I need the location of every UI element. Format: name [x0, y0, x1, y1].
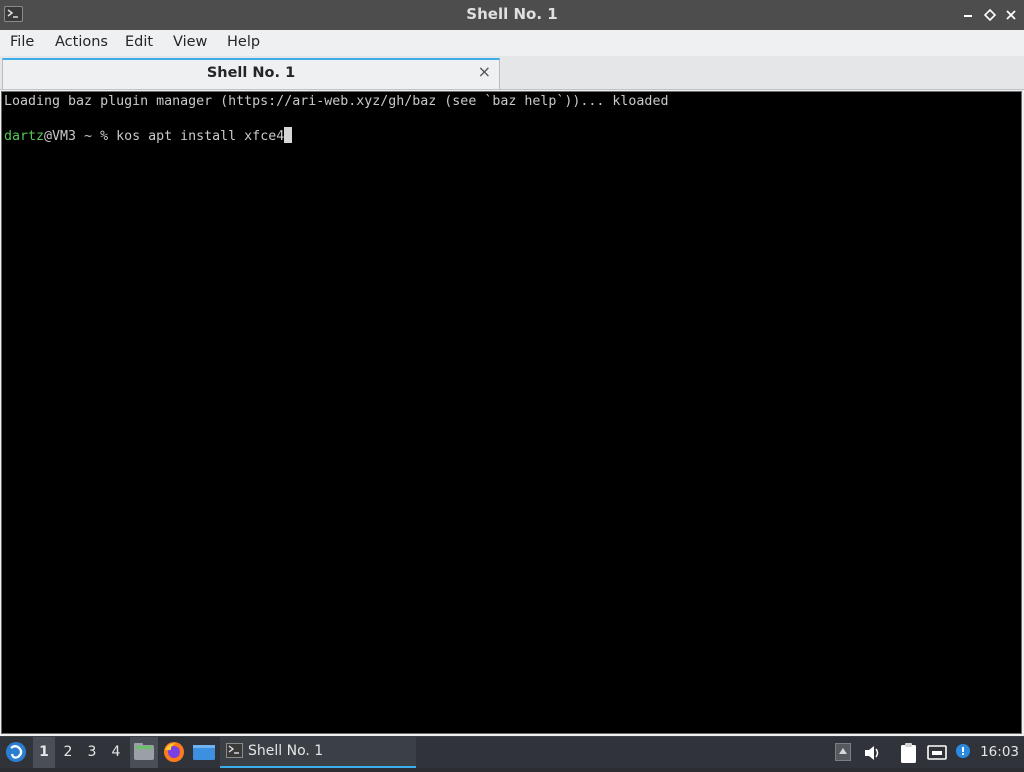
- close-icon[interactable]: ×: [478, 62, 491, 81]
- text-cursor: [284, 127, 293, 143]
- menu-edit[interactable]: Edit: [123, 34, 155, 50]
- network-icon[interactable]: [927, 744, 947, 766]
- show-desktop-icon[interactable]: [192, 742, 216, 768]
- file-manager-icon[interactable]: [130, 737, 158, 768]
- menu-help[interactable]: Help: [225, 34, 262, 50]
- clipboard-icon[interactable]: [899, 742, 919, 768]
- notification-icon[interactable]: [953, 742, 973, 766]
- command-text: kos apt install xfce4: [116, 129, 285, 144]
- clock[interactable]: 16:03: [980, 744, 1019, 760]
- desktop-3[interactable]: 3: [81, 737, 103, 768]
- menu-file[interactable]: File: [8, 34, 36, 50]
- tab-shell-1[interactable]: Shell No. 1 ×: [2, 58, 500, 89]
- restore-icon[interactable]: [982, 6, 998, 24]
- minimize-icon[interactable]: [960, 6, 976, 24]
- desktop-4[interactable]: 4: [105, 737, 127, 768]
- tab-label: Shell No. 1: [206, 65, 296, 81]
- desktop-2[interactable]: 2: [57, 737, 79, 768]
- terminal-task-icon: [226, 743, 243, 758]
- firefox-icon[interactable]: [162, 740, 186, 768]
- terminal-line: Loading baz plugin manager (https://ari-…: [4, 94, 669, 109]
- tab-bar: Shell No. 1 ×: [0, 56, 1024, 90]
- terminal-prompt-line: dartz@VM3 ~ % kos apt install xfce4: [4, 127, 293, 145]
- title-bar[interactable]: Shell No. 1: [0, 0, 1024, 30]
- task-label: Shell No. 1: [248, 743, 324, 759]
- tray-arrow-icon[interactable]: [835, 743, 851, 765]
- terminal-window: Shell No. 1 File Actions Edit View Help …: [0, 0, 1024, 736]
- taskbar: 1 2 3 4 Shell No. 1 16:03: [0, 736, 1024, 768]
- terminal-output[interactable]: Loading baz plugin manager (https://ari-…: [1, 91, 1022, 734]
- application-menu-icon[interactable]: [4, 740, 28, 768]
- volume-icon[interactable]: [863, 744, 883, 766]
- menu-bar: File Actions Edit View Help: [0, 30, 1024, 56]
- prompt-host: @VM3 ~ %: [44, 129, 117, 144]
- window-title: Shell No. 1: [466, 5, 558, 23]
- menu-actions[interactable]: Actions: [53, 34, 110, 50]
- desktop-1[interactable]: 1: [33, 737, 55, 768]
- prompt-user: dartz: [4, 129, 45, 144]
- taskbar-task-shell[interactable]: Shell No. 1: [220, 737, 416, 768]
- menu-view[interactable]: View: [171, 34, 209, 50]
- close-icon[interactable]: [1003, 6, 1019, 24]
